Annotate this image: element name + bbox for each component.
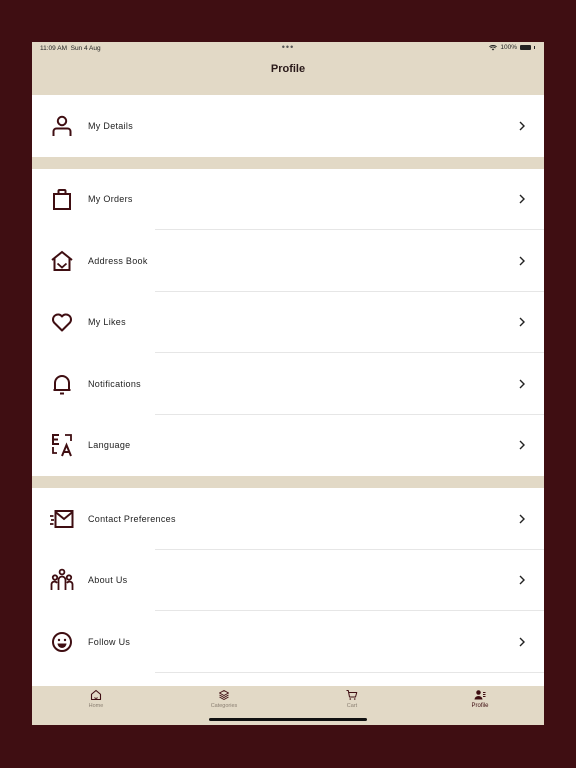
menu-item-my-likes[interactable]: My Likes bbox=[32, 291, 544, 353]
multitask-dots[interactable]: ••• bbox=[32, 42, 544, 52]
bell-icon bbox=[53, 374, 71, 395]
tab-home[interactable]: Home bbox=[32, 686, 160, 716]
home-heart-icon bbox=[51, 250, 73, 271]
tab-label: Profile bbox=[471, 703, 489, 709]
menu-item-label: Follow Us bbox=[88, 636, 131, 647]
cart-icon bbox=[346, 690, 358, 700]
menu-item-contact-preferences[interactable]: Contact Preferences bbox=[32, 488, 544, 550]
menu-item-address-book[interactable]: Address Book bbox=[32, 230, 544, 292]
menu-item-label: About Us bbox=[88, 575, 128, 586]
chevron-right-icon bbox=[519, 514, 525, 524]
menu-item-label: My Details bbox=[88, 120, 134, 131]
layers-icon bbox=[219, 690, 229, 700]
menu-item-label: Address Book bbox=[88, 255, 148, 266]
chevron-right-icon bbox=[519, 379, 525, 389]
chevron-right-icon bbox=[519, 317, 525, 327]
person-icon bbox=[52, 115, 72, 136]
chevron-right-icon bbox=[519, 121, 525, 131]
smile-icon bbox=[52, 631, 72, 652]
bag-icon bbox=[53, 189, 71, 211]
status-bar: 11:09 AM Sun 4 Aug ••• 100% bbox=[32, 42, 544, 56]
header: 11:09 AM Sun 4 Aug ••• 100% Profile bbox=[32, 42, 544, 95]
menu-item-label: My Orders bbox=[88, 194, 133, 205]
menu-item-language[interactable]: Language bbox=[32, 414, 544, 476]
language-icon bbox=[52, 434, 72, 457]
chevron-right-icon bbox=[519, 637, 525, 647]
section-divider bbox=[32, 156, 544, 169]
tab-label: Home bbox=[88, 703, 104, 709]
tab-categories[interactable]: Categories bbox=[160, 686, 288, 716]
mail-icon bbox=[50, 509, 74, 528]
menu-item-label: Language bbox=[88, 440, 131, 451]
heart-icon bbox=[52, 313, 72, 332]
chevron-right-icon bbox=[519, 256, 525, 266]
home-icon bbox=[90, 689, 102, 701]
tab-label: Cart bbox=[346, 703, 358, 709]
chevron-right-icon bbox=[519, 440, 525, 450]
menu-item-about-us[interactable]: About Us bbox=[32, 549, 544, 611]
menu-item-label: Contact Preferences bbox=[88, 513, 176, 524]
tab-profile[interactable]: Profile bbox=[416, 686, 544, 716]
wifi-icon bbox=[489, 44, 498, 50]
chevron-right-icon bbox=[519, 194, 525, 204]
tab-label: Categories bbox=[210, 703, 238, 709]
profile-menu: My Details My Orders Address Book My Lik… bbox=[32, 95, 544, 673]
menu-item-label: Notifications bbox=[88, 378, 141, 389]
device-screen: 11:09 AM Sun 4 Aug ••• 100% Profile My D… bbox=[32, 42, 544, 725]
status-right: 100% bbox=[489, 44, 535, 51]
chevron-right-icon bbox=[519, 575, 525, 585]
home-indicator[interactable] bbox=[209, 718, 367, 721]
section-divider bbox=[32, 476, 544, 488]
page-title: Profile bbox=[270, 63, 306, 75]
menu-item-my-orders[interactable]: My Orders bbox=[32, 168, 544, 230]
menu-item-label: My Likes bbox=[88, 317, 126, 328]
group-icon bbox=[50, 568, 74, 591]
menu-item-notifications[interactable]: Notifications bbox=[32, 353, 544, 415]
battery-percent: 100% bbox=[500, 44, 517, 51]
battery-tip bbox=[534, 46, 535, 49]
tab-cart[interactable]: Cart bbox=[288, 686, 416, 716]
menu-item-follow-us[interactable]: Follow Us bbox=[32, 611, 544, 673]
menu-item-my-details[interactable]: My Details bbox=[32, 95, 544, 157]
profile-icon bbox=[474, 690, 486, 700]
battery-icon bbox=[520, 45, 531, 50]
